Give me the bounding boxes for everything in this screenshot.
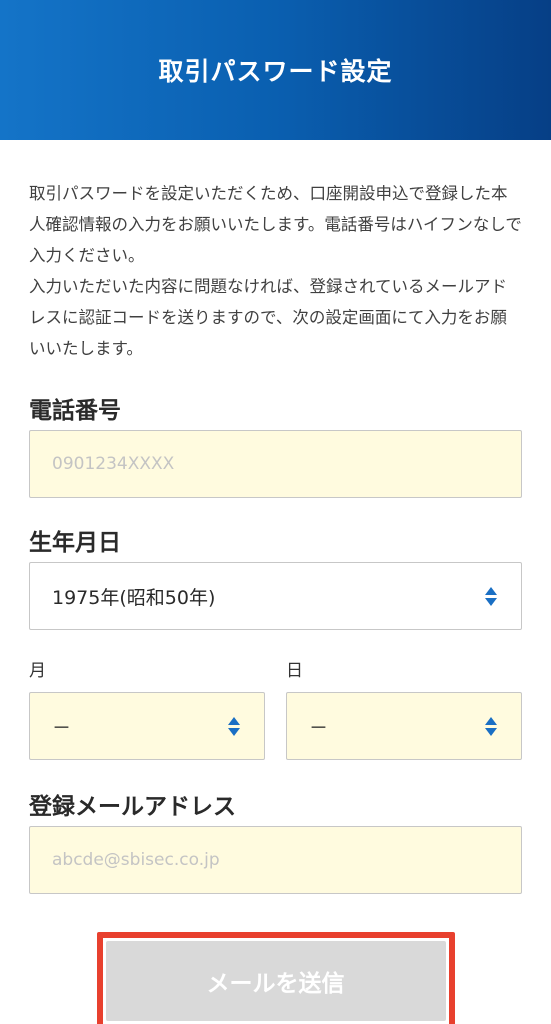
send-email-button[interactable]: メールを送信 (105, 941, 446, 1021)
phone-label: 電話番号 (29, 398, 121, 424)
birth-month-value: － (52, 716, 72, 739)
email-placeholder: abcde@sbisec.co.jp (52, 850, 220, 870)
select-arrows-icon (228, 716, 240, 736)
select-arrows-icon (485, 716, 497, 736)
month-label: 月 (29, 661, 46, 681)
birthdate-label: 生年月日 (29, 530, 121, 556)
email-input[interactable]: abcde@sbisec.co.jp (29, 826, 522, 894)
birth-month-select[interactable]: － (29, 692, 265, 760)
birth-day-value: － (309, 716, 329, 739)
page-title: 取引パスワード設定 (158, 57, 393, 86)
day-column: 日 － (286, 660, 522, 760)
month-day-row: 月 － 日 － (29, 660, 522, 760)
intro-paragraph-1: 取引パスワードを設定いただくため、口座開設申込で登録した本人確認情報の入力をお願… (29, 184, 522, 265)
intro-paragraph-2: 入力いただいた内容に問題なければ、登録されているメールアドレスに認証コードを送り… (29, 277, 508, 358)
email-label: 登録メールアドレス (29, 794, 236, 820)
birth-year-select[interactable]: 1975年(昭和50年) (29, 562, 522, 630)
page-header: 取引パスワード設定 (0, 0, 551, 140)
phone-input[interactable]: 0901234XXXX (29, 430, 522, 498)
phone-placeholder: 0901234XXXX (52, 454, 175, 474)
day-label: 日 (286, 661, 303, 681)
month-column: 月 － (29, 660, 265, 760)
form-content: 取引パスワードを設定いただくため、口座開設申込で登録した本人確認情報の入力をお願… (0, 178, 551, 1024)
submit-highlight-frame: メールを送信 (96, 932, 455, 1024)
select-arrows-icon (485, 586, 497, 606)
birth-day-select[interactable]: － (286, 692, 522, 760)
birth-year-value: 1975年(昭和50年) (52, 586, 216, 609)
intro-text: 取引パスワードを設定いただくため、口座開設申込で登録した本人確認情報の入力をお願… (29, 178, 522, 364)
